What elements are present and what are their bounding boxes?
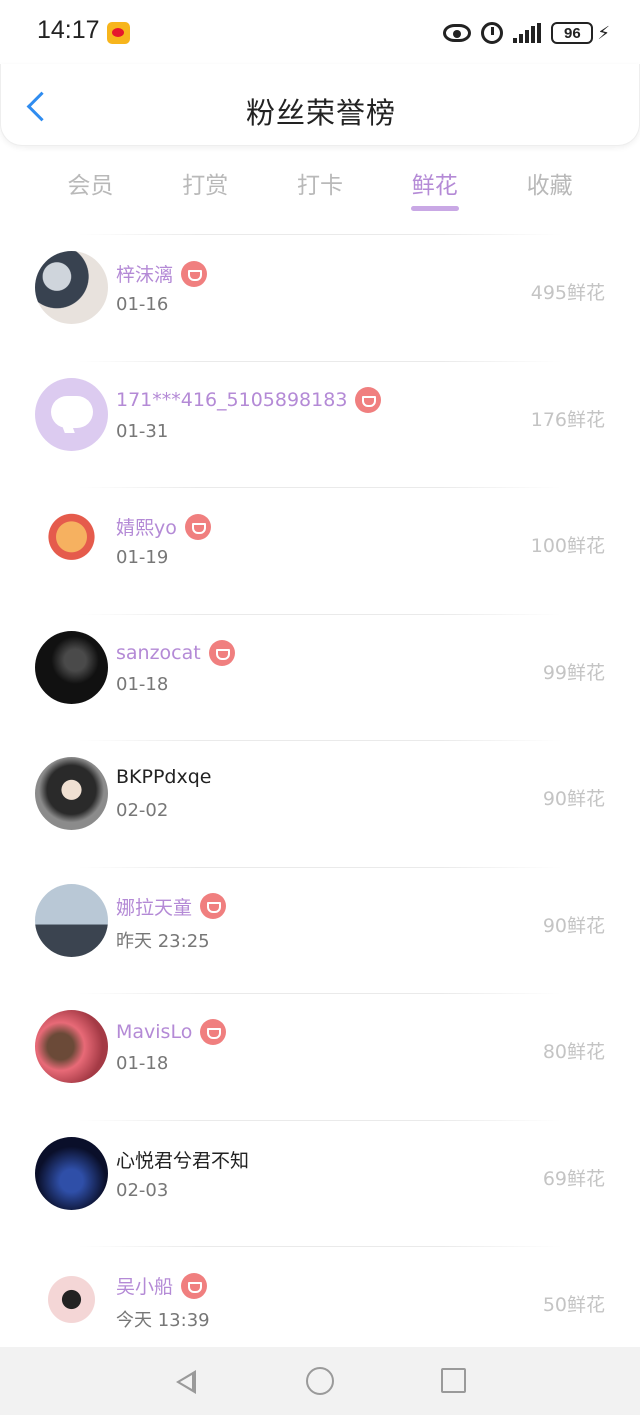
- user-date: 01-31: [116, 420, 169, 442]
- tab-favorites[interactable]: 收藏: [492, 160, 607, 220]
- flower-count: 495鲜花: [530, 282, 605, 304]
- vip-diamond-icon: [200, 1019, 227, 1045]
- user-date: 今天 13:39: [116, 1310, 210, 1331]
- alarm-icon: [481, 22, 504, 44]
- user-name-text: 婧熙yo: [116, 517, 177, 539]
- flower-count: 50鲜花: [542, 1294, 605, 1316]
- avatar[interactable]: [35, 630, 108, 704]
- list-item[interactable]: BKPPdxqe 02-02 90鲜花: [0, 740, 640, 867]
- user-name[interactable]: sanzocat: [116, 639, 235, 666]
- flower-count: 80鲜花: [542, 1041, 605, 1063]
- eye-icon: [443, 24, 472, 42]
- avatar[interactable]: [35, 1010, 108, 1083]
- user-name-text: BKPPdxqe: [116, 766, 212, 788]
- flower-count: 99鲜花: [542, 661, 605, 684]
- user-date: 01-18: [116, 1053, 169, 1074]
- avatar[interactable]: [35, 757, 108, 830]
- vip-diamond-icon: [355, 386, 382, 413]
- vip-diamond-icon: [184, 513, 211, 540]
- list-item[interactable]: 梓沫漓 01-16 495鲜花: [0, 234, 640, 361]
- page-title: 粉丝荣誉榜: [245, 96, 396, 130]
- user-name-text: 娜拉天童: [116, 896, 193, 919]
- tab-member[interactable]: 会员: [33, 160, 148, 220]
- nav-back-icon[interactable]: [172, 1367, 200, 1395]
- user-date: 02-03: [116, 1179, 169, 1201]
- list-item[interactable]: sanzocat 01-18 99鲜花: [0, 613, 640, 741]
- flower-count: 90鲜花: [542, 914, 605, 937]
- user-name[interactable]: 心悦君兮君不知: [116, 1146, 249, 1173]
- system-nav-bar: [0, 1347, 640, 1415]
- user-name[interactable]: BKPPdxqe: [116, 766, 211, 788]
- user-name-text: 梓沫漓: [116, 264, 174, 286]
- flower-count: 100鲜花: [530, 535, 605, 557]
- user-name-text: 心悦君兮君不知: [116, 1149, 250, 1172]
- avatar[interactable]: [35, 1136, 108, 1210]
- user-name[interactable]: 梓沫漓: [116, 260, 208, 287]
- flower-count: 90鲜花: [542, 788, 605, 810]
- user-name-text: MavisLo: [116, 1021, 193, 1043]
- vip-diamond-icon: [181, 260, 208, 287]
- status-time: 14:17: [37, 16, 100, 44]
- vip-diamond-icon: [200, 893, 227, 919]
- status-bar: 14:17 96 ⚡: [0, 0, 640, 64]
- tab-reward[interactable]: 打赏: [148, 160, 263, 220]
- flower-count: 69鲜花: [542, 1167, 605, 1190]
- flower-count: 176鲜花: [530, 408, 605, 431]
- tab-checkin[interactable]: 打卡: [263, 160, 378, 220]
- user-name[interactable]: MavisLo: [116, 1019, 227, 1045]
- avatar[interactable]: [35, 1263, 108, 1336]
- battery-icon: 96: [551, 22, 594, 44]
- user-name-text: sanzocat: [116, 641, 201, 664]
- list-item[interactable]: 婧熙yo 01-19 100鲜花: [0, 487, 640, 614]
- tab-flowers[interactable]: 鲜花: [377, 160, 492, 220]
- list-item[interactable]: 娜拉天童 昨天 23:25 90鲜花: [0, 866, 640, 994]
- avatar[interactable]: [35, 251, 108, 324]
- header: 粉丝荣誉榜: [0, 64, 640, 146]
- signal-icon: [513, 23, 542, 43]
- tab-bar: 会员 打赏 打卡 鲜花 收藏: [33, 160, 607, 220]
- user-date: 昨天 23:25: [116, 930, 210, 952]
- vip-diamond-icon: [208, 639, 235, 666]
- weibo-icon: [107, 22, 130, 44]
- list-item[interactable]: 心悦君兮君不知 02-03 69鲜花: [0, 1119, 640, 1247]
- ranking-list: 梓沫漓 01-16 495鲜花 171***416_5105898183 01-…: [0, 234, 640, 1373]
- user-date: 01-19: [116, 547, 169, 568]
- nav-home-icon[interactable]: [306, 1367, 334, 1395]
- chat-bubble-icon: [51, 395, 93, 428]
- user-name[interactable]: 婧熙yo: [116, 513, 211, 540]
- user-date: 01-16: [116, 294, 169, 315]
- avatar[interactable]: [35, 883, 108, 957]
- nav-recent-apps-icon[interactable]: [441, 1368, 466, 1393]
- list-item[interactable]: 171***416_5105898183 01-31 176鲜花: [0, 360, 640, 488]
- list-item[interactable]: MavisLo 01-18 80鲜花: [0, 993, 640, 1120]
- user-date: 02-02: [116, 800, 169, 821]
- vip-diamond-icon: [181, 1272, 208, 1299]
- user-name[interactable]: 吴小船: [116, 1272, 208, 1299]
- user-name-text: 171***416_5105898183: [116, 388, 348, 411]
- user-name[interactable]: 娜拉天童: [116, 893, 227, 920]
- user-date: 01-18: [116, 673, 169, 695]
- avatar[interactable]: [35, 504, 108, 577]
- user-name[interactable]: 171***416_5105898183: [116, 386, 382, 413]
- status-icons: 96 ⚡: [443, 18, 610, 48]
- user-name-text: 吴小船: [116, 1276, 174, 1298]
- avatar[interactable]: [35, 377, 108, 451]
- bolt-icon: ⚡: [597, 22, 610, 44]
